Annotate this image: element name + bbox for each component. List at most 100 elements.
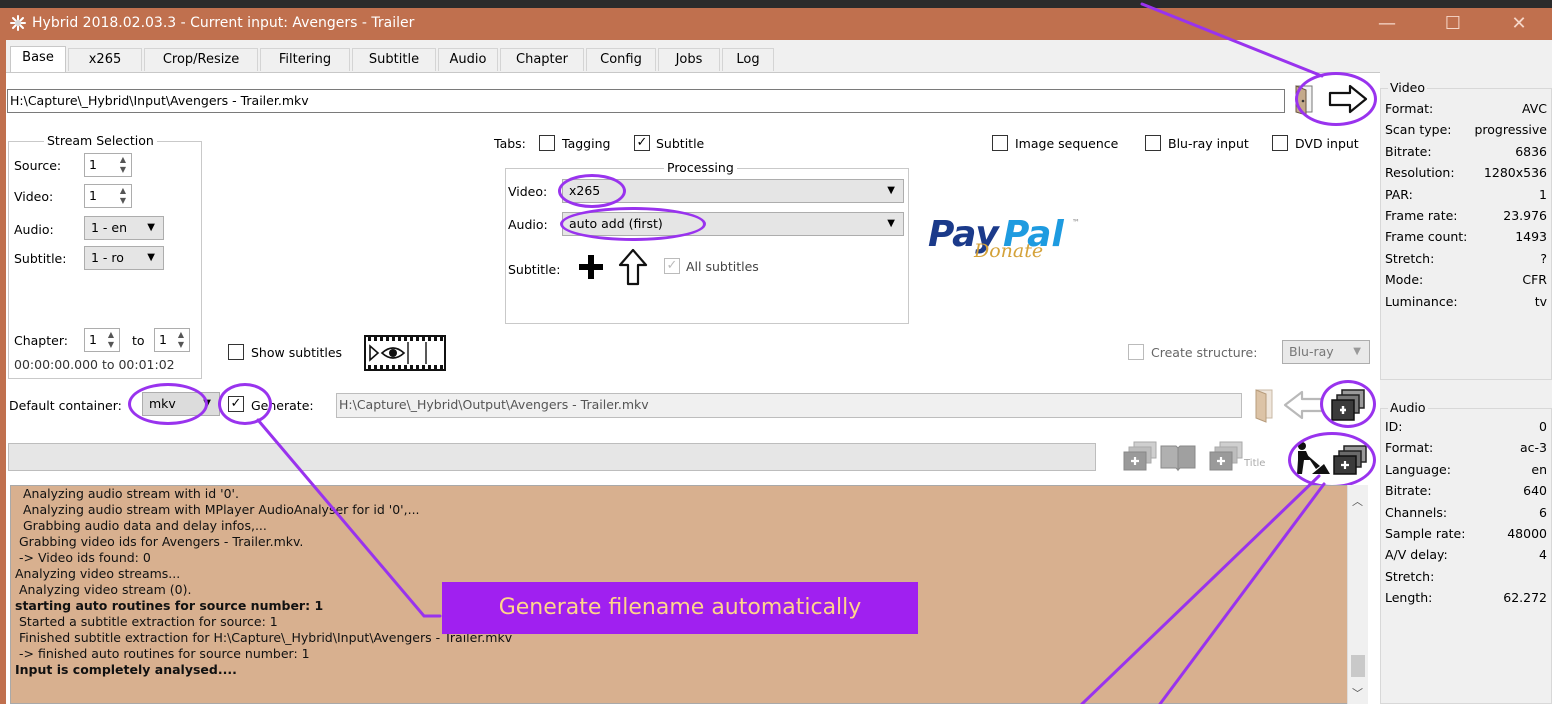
audio-info-row: ID: 0 bbox=[1385, 419, 1547, 434]
show-subtitles-checkbox[interactable] bbox=[228, 344, 244, 360]
tab-subtitle[interactable]: Subtitle bbox=[352, 48, 436, 71]
scroll-thumb[interactable] bbox=[1351, 655, 1365, 677]
subtitle-tab-label: Subtitle bbox=[656, 136, 705, 151]
annotation-circle-video bbox=[558, 174, 626, 208]
close-button[interactable]: ✕ bbox=[1496, 12, 1542, 36]
paypal-donate-button[interactable]: Pay Pal ™ Donate bbox=[928, 214, 1088, 266]
create-structure-checkbox[interactable] bbox=[1128, 344, 1144, 360]
video-spinbox[interactable]: 1 ▲ ▼ bbox=[84, 184, 132, 208]
processing-subtitle-label: Subtitle: bbox=[508, 262, 561, 277]
subtitle-tab-checkbox[interactable]: ✓ bbox=[634, 135, 650, 151]
audio-info-row: Sample rate: 48000 bbox=[1385, 526, 1547, 541]
log-line: Analyzing audio stream with id '0'. bbox=[23, 486, 239, 501]
annotation-circle-generate bbox=[218, 383, 272, 425]
structure-type-value: Blu-ray bbox=[1289, 344, 1334, 359]
audio-info-row: Stretch: bbox=[1385, 569, 1435, 584]
log-line: Grabbing audio data and delay infos,... bbox=[23, 518, 267, 533]
chevron-down-icon[interactable]: ﹀ bbox=[1352, 685, 1363, 701]
audio-info-row: Language: en bbox=[1385, 462, 1547, 477]
add-queue-icon[interactable] bbox=[1120, 440, 1160, 474]
audio-info-row: Format: ac-3 bbox=[1385, 440, 1547, 455]
video-info-row: Scan type: progressive bbox=[1385, 122, 1547, 137]
video-value: 1 bbox=[89, 188, 97, 203]
tab-config[interactable]: Config bbox=[586, 48, 656, 71]
audio-stream-value: 1 - en bbox=[91, 220, 128, 235]
log-scrollbar[interactable]: ︿ ﹀ bbox=[1347, 485, 1368, 704]
log-line: -> finished auto routines for source num… bbox=[19, 646, 310, 661]
tagging-checkbox[interactable] bbox=[539, 135, 555, 151]
chapter-from-value: 1 bbox=[89, 332, 97, 347]
add-title-icon[interactable] bbox=[1206, 440, 1246, 474]
audio-info-row: Bitrate: 640 bbox=[1385, 483, 1547, 498]
title-icon-label: Title bbox=[1244, 458, 1266, 469]
log-line: -> Video ids found: 0 bbox=[19, 550, 151, 565]
all-subtitles-checkbox[interactable]: ✓ bbox=[664, 258, 680, 274]
video-info-panel: Format: AVC Scan type: progressive Bitrate… bbox=[1380, 88, 1552, 380]
chevron-down-icon: ▼ bbox=[147, 222, 155, 233]
tab-x265[interactable]: x265 bbox=[68, 48, 142, 71]
video-info-title: Video bbox=[1388, 80, 1428, 95]
output-path-field[interactable]: H:\Capture\_Hybrid\Output\Avengers - Tra… bbox=[336, 393, 1242, 418]
open-output-icon[interactable] bbox=[1248, 386, 1282, 424]
tagging-label: Tagging bbox=[562, 136, 611, 151]
tab-crop-resize[interactable]: Crop/Resize bbox=[144, 48, 258, 71]
image-sequence-checkbox[interactable] bbox=[992, 135, 1008, 151]
chevron-down-icon: ▼ bbox=[147, 252, 155, 263]
chevron-up-icon[interactable]: ︿ bbox=[1352, 493, 1363, 509]
plus-icon[interactable] bbox=[575, 251, 607, 283]
video-info-row: Luminance: tv bbox=[1385, 294, 1547, 309]
maximize-button[interactable]: ☐ bbox=[1430, 12, 1476, 36]
paypal-tm: ™ bbox=[1072, 218, 1080, 227]
film-preview-icon[interactable] bbox=[364, 334, 446, 372]
audio-info-row: Length: 62.272 bbox=[1385, 590, 1547, 605]
log-line: Analyzing video streams... bbox=[15, 566, 181, 581]
spin-arrows-icon[interactable]: ▲ ▼ bbox=[105, 330, 117, 350]
bluray-input-checkbox[interactable] bbox=[1145, 135, 1161, 151]
spin-arrows-icon[interactable]: ▲ ▼ bbox=[117, 186, 129, 206]
tab-filtering[interactable]: Filtering bbox=[260, 48, 350, 71]
minimize-button[interactable]: — bbox=[1364, 12, 1410, 36]
spin-arrows-icon[interactable]: ▲ ▼ bbox=[117, 155, 129, 175]
annotation-circle-open bbox=[1295, 72, 1377, 126]
source-spinbox[interactable]: 1 ▲ ▼ bbox=[84, 153, 132, 177]
subtitle-stream-value: 1 - ro bbox=[91, 250, 124, 265]
subtitle-label: Subtitle: bbox=[14, 251, 67, 266]
tab-jobs[interactable]: Jobs bbox=[658, 48, 720, 71]
arrow-left-icon[interactable] bbox=[1282, 390, 1324, 420]
log-line: Grabbing video ids for Avengers - Traile… bbox=[19, 534, 304, 549]
annotation-circle-queue bbox=[1288, 432, 1376, 488]
top-strip bbox=[0, 0, 1552, 8]
audio-info-panel: ID: 0 Format: ac-3 Language: en Bitrate: 640… bbox=[1380, 408, 1552, 704]
progress-bar bbox=[8, 443, 1096, 471]
video-info-row: Frame rate: 23.976 bbox=[1385, 208, 1547, 223]
audio-stream-combo[interactable]: 1 - en ▼ bbox=[84, 216, 164, 240]
audio-info-row: Channels: 6 bbox=[1385, 505, 1547, 520]
video-info-row: Mode: CFR bbox=[1385, 272, 1547, 287]
chevron-down-icon: ▼ bbox=[887, 218, 895, 229]
image-sequence-label: Image sequence bbox=[1015, 136, 1119, 151]
tab-chapter[interactable]: Chapter bbox=[500, 48, 584, 71]
chapter-to-spinbox[interactable]: 1 ▲ ▼ bbox=[154, 328, 190, 352]
processing-video-label: Video: bbox=[508, 184, 548, 199]
video-info-row: Bitrate: 6836 bbox=[1385, 144, 1547, 159]
audio-label: Audio: bbox=[14, 222, 54, 237]
chapter-from-spinbox[interactable]: 1 ▲ ▼ bbox=[84, 328, 120, 352]
arrow-up-icon[interactable] bbox=[618, 248, 648, 286]
dvd-input-checkbox[interactable] bbox=[1272, 135, 1288, 151]
app-icon bbox=[10, 15, 26, 31]
spin-arrows-icon[interactable]: ▲ ▼ bbox=[175, 330, 187, 350]
input-path-field[interactable]: H:\Capture\_Hybrid\Input\Avengers - Trai… bbox=[7, 89, 1285, 113]
tab-audio[interactable]: Audio bbox=[438, 48, 498, 71]
log-line: Analyzing audio stream with MPlayer Audi… bbox=[23, 502, 420, 517]
video-info-row: Resolution: 1280x536 bbox=[1385, 165, 1547, 180]
processing-title: Processing bbox=[664, 160, 737, 175]
chevron-down-icon: ▼ bbox=[887, 185, 895, 196]
annotation-circle-addjob bbox=[1320, 380, 1376, 428]
tab-base[interactable]: Base bbox=[10, 46, 66, 72]
tab-log[interactable]: Log bbox=[722, 48, 774, 71]
book-icon[interactable] bbox=[1158, 440, 1198, 474]
subtitle-stream-combo[interactable]: 1 - ro ▼ bbox=[84, 246, 164, 270]
audio-info-row: A/V delay: 4 bbox=[1385, 547, 1547, 562]
video-info-row: Stretch:? bbox=[1385, 251, 1547, 266]
structure-type-combo[interactable]: Blu-ray ▼ bbox=[1282, 340, 1370, 364]
